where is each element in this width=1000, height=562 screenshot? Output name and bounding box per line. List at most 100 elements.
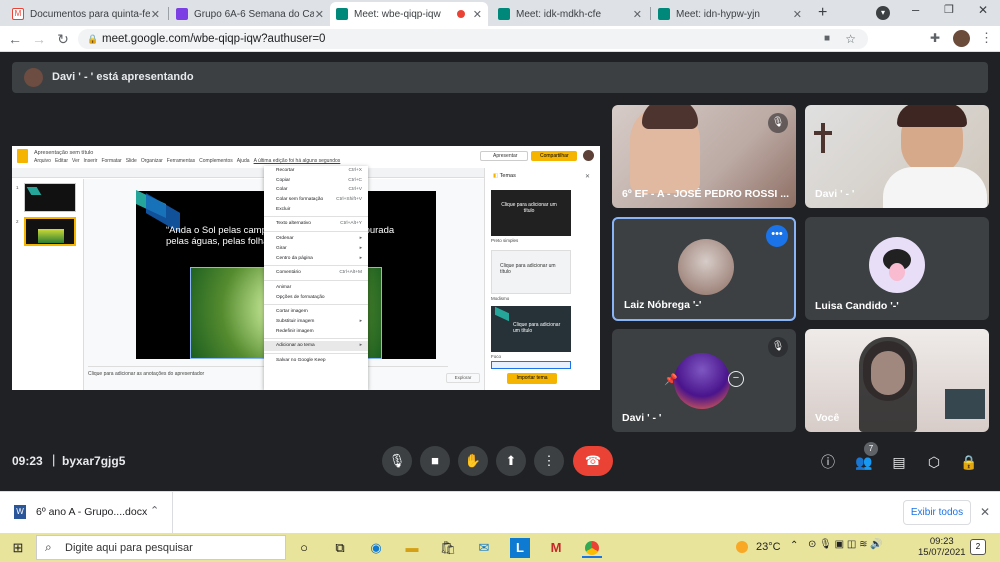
edge-icon[interactable]: ◉ xyxy=(366,538,386,558)
mail-icon[interactable]: ✉ xyxy=(474,538,494,558)
forward-icon[interactable]: → xyxy=(30,30,48,48)
windows-start-icon[interactable]: ⊞ xyxy=(8,538,28,558)
menu-item-order[interactable]: Ordenar ▸ xyxy=(264,234,368,244)
explore-button[interactable]: Explorar xyxy=(446,373,480,383)
import-theme-button[interactable]: Importar tema xyxy=(507,373,557,384)
notification-center-icon[interactable]: 2 xyxy=(970,539,986,555)
cortana-icon[interactable]: ○ xyxy=(294,538,314,558)
more-options-icon[interactable]: ••• xyxy=(766,225,788,247)
close-icon[interactable]: ✕ xyxy=(473,8,482,21)
download-file-name[interactable]: 6º ano A - Grupo....docx xyxy=(36,506,147,518)
menu-item-comment[interactable]: Comentário Ctrl+Alt+M xyxy=(264,268,368,278)
address-bar[interactable]: 🔒 meet.google.com/wbe-qiqp-iqw?authuser=… xyxy=(78,29,868,49)
raise-hand-button[interactable]: ✋ xyxy=(458,446,488,476)
taskbar-clock[interactable]: 09:23 15/07/2021 xyxy=(918,536,966,558)
menu-item[interactable]: Ajuda xyxy=(237,158,250,164)
theme-thumbnail[interactable]: Clique para adicionar um título xyxy=(491,250,571,294)
chevron-up-icon[interactable]: ⌃ xyxy=(150,504,159,517)
reload-icon[interactable]: ↻ xyxy=(54,30,72,48)
menu-item[interactable]: Editar xyxy=(55,158,68,164)
theme-thumbnail[interactable]: Clique para adicionar um título xyxy=(491,306,571,352)
info-icon[interactable]: ⓘ xyxy=(818,452,838,472)
chevron-up-icon[interactable]: ⌃ xyxy=(790,540,798,551)
menu-item-add-theme[interactable]: Adicionar ao tema ▸ xyxy=(264,341,368,351)
menu-item-rotate[interactable]: Girar ▸ xyxy=(264,244,368,254)
menu-item-crop[interactable]: Cortar imagem xyxy=(264,307,368,317)
show-all-button[interactable]: Exibir todos xyxy=(903,500,971,525)
menu-item-keep[interactable]: Salvar no Google Keep xyxy=(264,356,368,366)
theme-thumbnail[interactable]: Clique para adicionar um título xyxy=(491,190,571,236)
app-l-icon[interactable]: L xyxy=(510,538,530,558)
menu-item[interactable]: Complementos xyxy=(199,158,233,164)
participant-tile[interactable]: Luisa Candido '-' xyxy=(805,217,989,320)
menu-item[interactable]: Organizar xyxy=(141,158,163,164)
profile-avatar[interactable] xyxy=(953,30,970,47)
microphone-button[interactable]: 🎙 xyxy=(382,446,412,476)
pin-icon[interactable]: 📌 xyxy=(664,373,678,386)
back-icon[interactable]: ← xyxy=(6,30,24,48)
more-options-button[interactable]: ⋮ xyxy=(534,446,564,476)
user-avatar[interactable] xyxy=(583,150,594,161)
menu-item-center[interactable]: Centro da página ▸ xyxy=(264,254,368,264)
search-box[interactable]: ⌕ Digite aqui para pesquisar xyxy=(36,535,286,560)
close-icon[interactable]: ✕ xyxy=(793,8,802,21)
activities-icon[interactable]: ⬡ xyxy=(924,452,944,472)
temperature[interactable]: 23°C xyxy=(756,541,781,553)
participant-tile[interactable]: Davi ' - ' xyxy=(805,105,989,208)
browser-tab[interactable]: M Documentos para quinta-feira ✕ xyxy=(6,2,166,26)
camera-icon[interactable]: ■ xyxy=(824,29,830,49)
browser-tab-active[interactable]: Meet: wbe-qiqp-iqw ✕ xyxy=(330,2,488,26)
slide-thumbnail[interactable] xyxy=(24,183,76,212)
extensions-icon[interactable]: ✚ xyxy=(930,31,940,45)
close-icon[interactable]: ✕ xyxy=(151,8,160,21)
star-icon[interactable]: ☆ xyxy=(845,29,856,49)
close-icon[interactable]: ✕ xyxy=(315,8,324,21)
menu-item-alt-text[interactable]: Texto alternativo Ctrl+Alt+Y xyxy=(264,219,368,229)
present-button[interactable]: Apresentar xyxy=(480,151,528,161)
new-tab-button[interactable]: + xyxy=(818,4,827,22)
chat-icon[interactable]: ▤ xyxy=(889,452,909,472)
menu-item-cut[interactable]: Recortar Ctrl+X xyxy=(264,166,368,176)
close-icon[interactable]: ✕ xyxy=(585,173,590,180)
menu-item-paste[interactable]: Colar Ctrl+V xyxy=(264,185,368,195)
menu-item[interactable]: Inserir xyxy=(84,158,98,164)
remove-icon[interactable]: − xyxy=(728,371,744,387)
tab-search-icon[interactable]: ▾ xyxy=(876,6,890,20)
share-button[interactable]: Compartilhar xyxy=(531,151,577,161)
present-screen-button[interactable]: ⬆ xyxy=(496,446,526,476)
host-controls-icon[interactable]: 🔒 xyxy=(959,452,979,472)
menu-item-format-options[interactable]: Opções de formatação xyxy=(264,293,368,303)
participant-tile[interactable]: 🎙 6º EF - A - JOSÉ PEDRO ROSSI ... xyxy=(612,105,796,208)
menu-item-paste-plain[interactable]: Colar sem formatação Ctrl+Shift+V xyxy=(264,195,368,205)
theme-thumbnail[interactable] xyxy=(491,361,571,369)
weather-icon[interactable] xyxy=(736,541,748,553)
doc-title[interactable]: Apresentação sem título xyxy=(34,150,93,156)
participant-tile[interactable]: 📌 − 🎙 Davi ' - ' xyxy=(612,329,796,432)
menu-item[interactable]: Formatar xyxy=(101,158,121,164)
menu-icon[interactable]: ⋮ xyxy=(980,30,993,46)
browser-tab[interactable]: Grupo 6A-6 Semana do Carm ✕ xyxy=(170,2,330,26)
camera-button[interactable]: ■ xyxy=(420,446,450,476)
mcafee-icon[interactable]: M xyxy=(546,538,566,558)
menu-item[interactable]: Arquivo xyxy=(34,158,51,164)
restore-button[interactable]: ❐ xyxy=(944,3,954,16)
task-view-icon[interactable]: ⧉ xyxy=(330,538,350,558)
menu-item[interactable]: Ver xyxy=(72,158,80,164)
minimize-button[interactable]: – xyxy=(912,2,919,17)
participant-tile-self[interactable]: Você xyxy=(805,329,989,432)
participant-tile-active[interactable]: ••• Laiz Nóbrega '-' xyxy=(612,217,796,321)
leave-call-button[interactable]: ☎ xyxy=(573,446,613,476)
last-edit-text[interactable]: A última edição foi há alguns segundos xyxy=(254,158,341,164)
menu-item-reset[interactable]: Redefinir imagem xyxy=(264,327,368,337)
system-tray-icons[interactable]: ⊙ 🎙 ▣ ◫ ≋ 🔊 xyxy=(808,539,883,550)
close-icon[interactable]: ✕ xyxy=(980,505,990,519)
menu-item-copy[interactable]: Copiar Ctrl+C xyxy=(264,176,368,186)
browser-tab[interactable]: Meet: idk-mdkh-cfe ✕ xyxy=(492,2,648,26)
browser-tab[interactable]: Meet: idn-hypw-yjn ✕ xyxy=(652,2,808,26)
menu-item[interactable]: Ferramentas xyxy=(167,158,195,164)
menu-item-delete[interactable]: Excluir xyxy=(264,205,368,215)
close-window-button[interactable]: ✕ xyxy=(978,3,988,17)
close-icon[interactable]: ✕ xyxy=(633,8,642,21)
menu-item[interactable]: Slide xyxy=(126,158,137,164)
file-explorer-icon[interactable]: ▬ xyxy=(402,538,422,558)
